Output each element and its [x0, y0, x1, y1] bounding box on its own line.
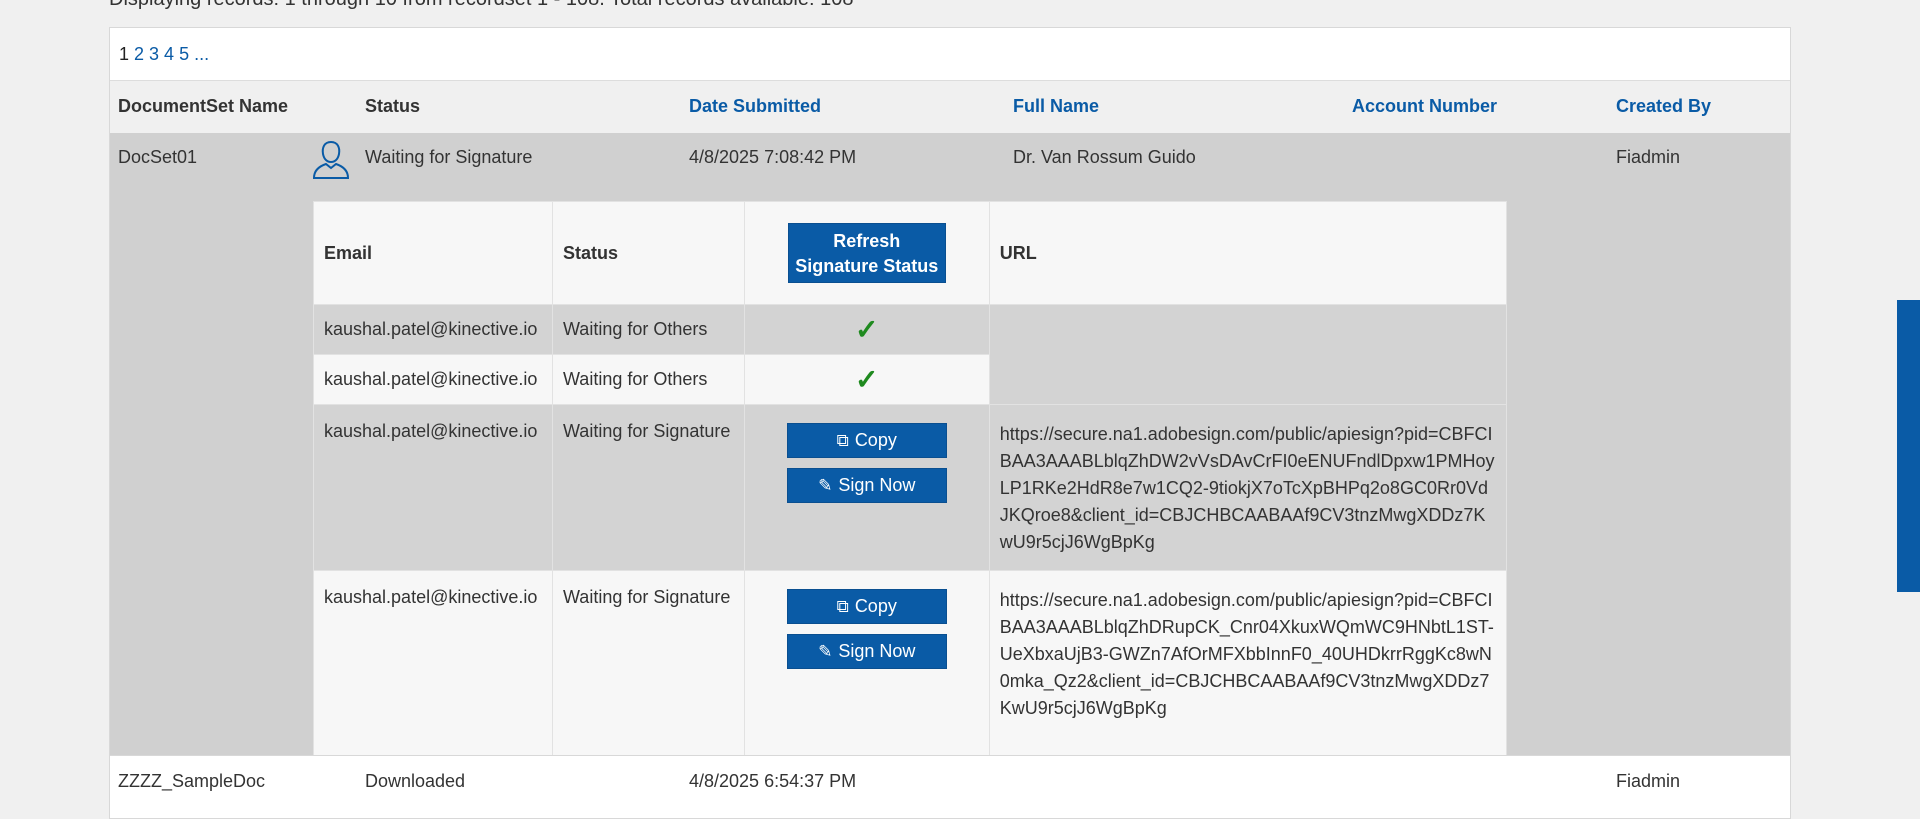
docset-status: Downloaded [365, 771, 466, 791]
table-row: ZZZZ_SampleDoc Downloaded 4/8/2025 6:54:… [110, 755, 1790, 806]
documents-grid: 1 2 3 4 5 ... DocumentSet Name Status Da… [109, 27, 1791, 819]
check-icon: ✓ [855, 364, 879, 395]
signer-status: Waiting for Others [551, 354, 745, 405]
signer-email: kaushal.patel@kinective.io [313, 404, 553, 571]
page-4-link[interactable]: 4 [164, 44, 174, 65]
check-icon: ✓ [855, 314, 879, 345]
grid-header: DocumentSet Name Status Date Submitted F… [110, 81, 1790, 133]
sign-now-label: Sign Now [838, 475, 916, 495]
refresh-label-line2: Signature Status [795, 256, 939, 276]
copy-label: Copy [854, 430, 897, 450]
signer-row: kaushal.patel@kinective.io Waiting for O… [313, 304, 1508, 405]
copy-button[interactable]: ⧉ Copy [786, 423, 947, 458]
signer-actions: ⧉ Copy ✎ Sign Now [743, 404, 990, 571]
date-submitted: 4/8/2025 7:08:42 PM [689, 147, 857, 167]
signer-status: Waiting for Signature [551, 570, 745, 757]
header-status: Status [365, 96, 421, 116]
copy-button[interactable]: ⧉ Copy [786, 589, 947, 624]
signers-header-action: Refresh Signature Status [743, 201, 990, 305]
page-1: 1 [119, 43, 130, 64]
scrollbar-thumb[interactable] [1897, 300, 1920, 592]
person-outline-icon[interactable] [311, 138, 351, 180]
header-date-submitted-sort[interactable]: Date Submitted [689, 96, 821, 117]
sign-now-button[interactable]: ✎ Sign Now [786, 634, 947, 669]
created-by: Fiadmin [1616, 147, 1681, 167]
copy-label: Copy [854, 596, 897, 616]
sign-now-label: Sign Now [838, 641, 916, 661]
signer-email: kaushal.patel@kinective.io [313, 570, 553, 757]
page-3-link[interactable]: 3 [149, 44, 159, 65]
header-full-name-sort[interactable]: Full Name [1013, 96, 1099, 117]
records-info: Displaying records: 1 through 10 from re… [109, 0, 853, 11]
more-pages-link[interactable]: ... [194, 44, 209, 65]
signer-actions: ⧉ Copy ✎ Sign Now [743, 570, 990, 757]
pen-icon: ✎ [818, 476, 833, 495]
signer-url[interactable]: https://secure.na1.adobesign.com/public/… [988, 404, 1508, 571]
signer-row: kaushal.patel@kinective.io Waiting for S… [313, 570, 1508, 757]
page-2-link[interactable]: 2 [134, 44, 144, 65]
full-name: Dr. Van Rossum Guido [1013, 147, 1196, 167]
page-5-link[interactable]: 5 [179, 44, 189, 65]
docset-name: ZZZZ_SampleDoc [118, 771, 266, 791]
sign-now-button[interactable]: ✎ Sign Now [786, 468, 947, 503]
docset-name: DocSet01 [118, 147, 198, 167]
created-by: Fiadmin [1616, 771, 1681, 791]
docset-status: Waiting for Signature [365, 147, 533, 167]
signers-table: Email Status Refresh Signature Status UR… [313, 201, 1508, 757]
signer-check-cell: ✓ [743, 304, 990, 355]
signer-url-empty [988, 304, 1508, 405]
copy-icon: ⧉ [836, 431, 849, 450]
signers-header-url: URL [988, 201, 1508, 305]
pager: 1 2 3 4 5 ... [110, 28, 1790, 81]
signer-email: kaushal.patel@kinective.io [313, 304, 553, 355]
pen-icon: ✎ [818, 642, 833, 661]
refresh-label-line1: Refresh [833, 231, 901, 251]
signer-url[interactable]: https://secure.na1.adobesign.com/public/… [988, 570, 1508, 757]
header-created-by-sort[interactable]: Created By [1616, 96, 1711, 117]
refresh-signature-status-button[interactable]: Refresh Signature Status [787, 223, 946, 283]
signers-header-status: Status [551, 201, 745, 305]
table-row: DocSet01 Waiting for Signature 4/8/2025 … [110, 133, 1790, 757]
header-docset-name: DocumentSet Name [118, 96, 289, 116]
signer-row: kaushal.patel@kinective.io Waiting for S… [313, 404, 1508, 571]
signer-status: Waiting for Signature [551, 404, 745, 571]
header-account-number-sort[interactable]: Account Number [1352, 96, 1497, 117]
signer-check-cell: ✓ [743, 354, 990, 405]
signers-header-email: Email [313, 201, 553, 305]
signer-email: kaushal.patel@kinective.io [313, 354, 553, 405]
date-submitted: 4/8/2025 6:54:37 PM [689, 771, 857, 791]
signer-status: Waiting for Others [551, 304, 745, 355]
copy-icon: ⧉ [836, 597, 849, 616]
